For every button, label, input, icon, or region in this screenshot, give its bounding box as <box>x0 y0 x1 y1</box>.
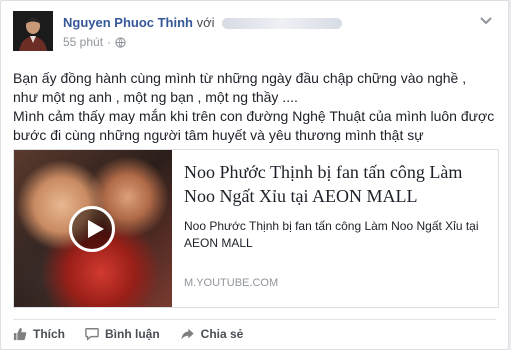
link-description: Noo Phước Thịnh bị fan tấn công Làm Noo … <box>184 219 479 250</box>
action-bar: Thích Bình luận Chia sẻ <box>13 327 243 341</box>
divider <box>13 319 496 320</box>
comment-button[interactable]: Bình luận <box>85 327 160 341</box>
chevron-down-icon[interactable] <box>478 15 494 27</box>
post-text-line: Mình cảm thấy may mắn khi trên con đường… <box>13 108 495 124</box>
link-title[interactable]: Noo Phước Thịnh bị fan tấn công Làm Noo … <box>184 160 488 208</box>
share-icon <box>181 328 194 340</box>
like-button[interactable]: Thích <box>13 327 65 341</box>
link-preview-card[interactable]: Noo Phước Thịnh bị fan tấn công Làm Noo … <box>13 149 499 308</box>
share-button[interactable]: Chia sẻ <box>180 327 244 341</box>
comment-label: Bình luận <box>105 327 160 341</box>
blurred-tagged-friend <box>222 18 343 30</box>
post-time[interactable]: 55 phút <box>63 35 103 49</box>
video-thumbnail[interactable] <box>14 150 172 307</box>
post-header: Nguyen Phuoc Thinh với 55 phút · <box>13 11 496 53</box>
link-domain: M.YOUTUBE.COM <box>184 277 279 289</box>
author-name[interactable]: Nguyen Phuoc Thinh <box>63 15 193 30</box>
with-label: với <box>196 15 215 30</box>
post-text-line: như một ng anh , một ng bạn , một ng thầ… <box>13 89 298 105</box>
link-preview-body: Noo Phước Thịnh bị fan tấn công Làm Noo … <box>184 160 488 307</box>
play-icon[interactable] <box>69 206 115 252</box>
post-text-line: Bạn ấy đồng hành cùng mình từ những ngày… <box>13 70 467 86</box>
share-label: Chia sẻ <box>200 327 244 341</box>
thumbs-up-icon <box>13 327 27 341</box>
post-meta: 55 phút · <box>63 35 126 49</box>
post-text-line: bước đi cùng những người tâm huyết và yê… <box>13 127 424 143</box>
avatar[interactable] <box>13 11 53 51</box>
comment-icon <box>85 328 99 341</box>
post-text: Bạn ấy đồng hành cùng mình từ những ngày… <box>13 69 496 145</box>
globe-icon[interactable] <box>115 36 126 48</box>
author-line: Nguyen Phuoc Thinh với <box>63 15 343 30</box>
post-card: Nguyen Phuoc Thinh với 55 phút · Bạn ấy … <box>0 0 509 350</box>
avatar-image <box>13 11 53 51</box>
like-label: Thích <box>33 327 65 341</box>
